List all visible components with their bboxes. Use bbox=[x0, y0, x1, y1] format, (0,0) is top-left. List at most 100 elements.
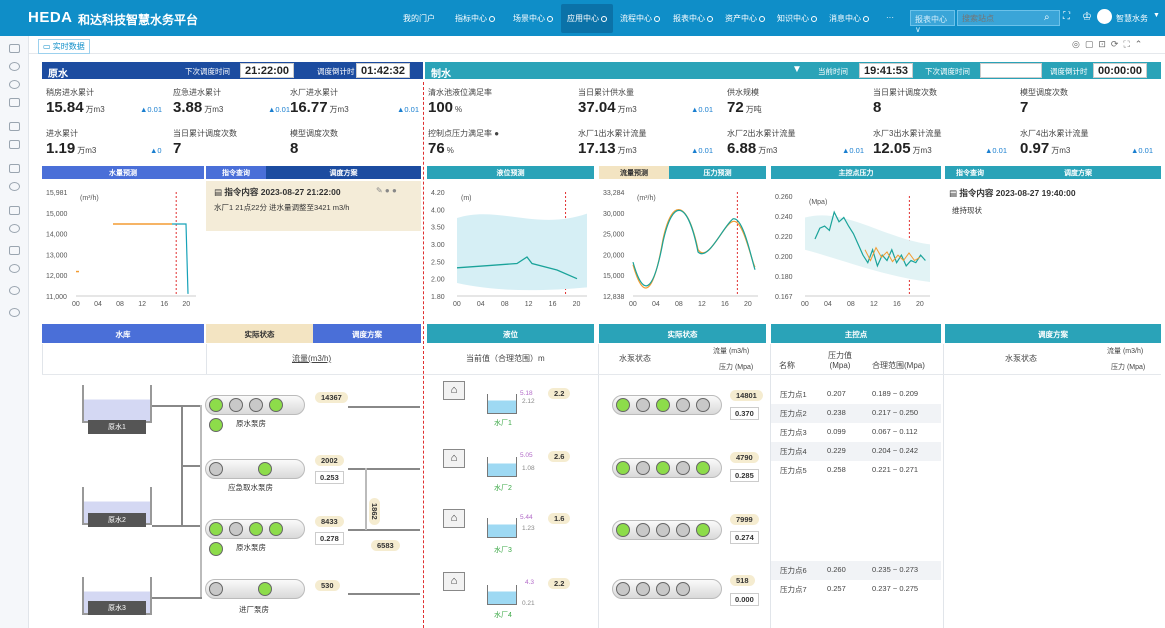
tab-pressure-forecast[interactable]: 压力预测 bbox=[669, 166, 766, 179]
tab-cmd-query-2[interactable]: 指令查询 bbox=[945, 166, 995, 179]
x-tick-label: 12 bbox=[698, 301, 706, 308]
reservoir-label: 原水1 bbox=[88, 420, 146, 434]
outlet-pressure: 0.285 bbox=[730, 469, 759, 482]
axis-unit: (m³/h) bbox=[637, 195, 656, 202]
stat-delta: ▲0.01 bbox=[1131, 146, 1154, 155]
outlet-pump[interactable] bbox=[612, 520, 722, 540]
stat-label: 水厂2出水累计流量 bbox=[727, 129, 796, 138]
cmd-box: ▤ 指令内容 2023-08-27 21:22:00 ✎ ● ● 水厂1 21点… bbox=[206, 181, 421, 231]
make-countdown-label: 调度倒计时 bbox=[1050, 67, 1088, 76]
cmd-actions-icon[interactable]: ✎ ● ● bbox=[376, 186, 397, 195]
nav-reports[interactable]: 报表中心 bbox=[673, 13, 713, 24]
divider bbox=[206, 344, 207, 374]
outlet-pressure: 0.000 bbox=[730, 593, 759, 606]
user-icon[interactable] bbox=[9, 224, 20, 233]
pump-station[interactable] bbox=[205, 459, 305, 479]
nav-metrics[interactable]: 指标中心 bbox=[455, 13, 495, 24]
level-top: 5.44 bbox=[520, 514, 533, 521]
stat-value: 72 万吨 bbox=[727, 99, 762, 116]
stat-value: 6.88 万m3 bbox=[727, 140, 778, 157]
tab-realtime[interactable]: ▭ 实时数据 bbox=[38, 39, 90, 54]
card-level-forecast[interactable]: 液位预测 bbox=[427, 166, 594, 179]
nav-portal[interactable]: 我的门户 bbox=[403, 13, 435, 24]
x-tick-label: 12 bbox=[525, 301, 533, 308]
tab-cmd-query[interactable]: 指令查询 bbox=[206, 166, 266, 179]
y-tick-label: 1.80 bbox=[431, 294, 445, 301]
pump-station[interactable] bbox=[205, 579, 305, 599]
outlet-pump[interactable] bbox=[612, 579, 722, 599]
outlet-pump[interactable] bbox=[612, 458, 722, 478]
col-flow-unit: 流量 (m3/h) bbox=[713, 348, 750, 355]
stat-label: 稍房进水累计 bbox=[46, 88, 94, 97]
tab-actual-state[interactable]: 实际状态 bbox=[206, 324, 313, 343]
pipe bbox=[152, 405, 202, 407]
y-tick-label: 14,000 bbox=[46, 232, 68, 239]
settings-icon[interactable] bbox=[9, 80, 20, 89]
outlet-pressure: 0.274 bbox=[730, 531, 759, 544]
info-icon: ● bbox=[494, 129, 500, 138]
pump-station-name: 原水泵房 bbox=[236, 543, 266, 552]
flow-pred-chart: (m³/h) 33,284 30,000 25,000 20,000 15,000 12,8… bbox=[599, 180, 766, 318]
stat-delta: ▲0.01 bbox=[691, 105, 714, 114]
nav-apps[interactable]: 应用中心 bbox=[561, 4, 613, 33]
nav-scenes[interactable]: 场景中心 bbox=[513, 13, 553, 24]
outlet-pump[interactable] bbox=[612, 395, 722, 415]
avatar[interactable] bbox=[1097, 9, 1112, 24]
monitor-icon[interactable] bbox=[9, 98, 20, 107]
copy-icon[interactable] bbox=[9, 122, 20, 131]
stat-value: 7 bbox=[1020, 99, 1029, 116]
pump-station[interactable] bbox=[205, 395, 305, 432]
y-tick-label: 0.180 bbox=[775, 274, 793, 281]
point-name: 压力点3 bbox=[780, 428, 807, 437]
plant-name: 水厂2 bbox=[494, 485, 512, 492]
tools-icon[interactable] bbox=[9, 286, 20, 295]
point-r: 0.204 ~ 0.242 bbox=[872, 446, 919, 455]
pump-station[interactable] bbox=[205, 519, 305, 556]
y-tick-label: 0.240 bbox=[775, 214, 793, 221]
plant-basin bbox=[487, 394, 517, 414]
card-key-pressure[interactable]: 主控点压力 bbox=[771, 166, 941, 179]
outlet-flow: 14801 bbox=[730, 390, 763, 401]
search-icon[interactable]: ⌕ bbox=[1044, 12, 1050, 23]
cmd2-body: 维持现状 bbox=[952, 206, 982, 215]
gear-icon[interactable] bbox=[9, 62, 20, 71]
stat-label: 水厂3出水累计流量 bbox=[873, 129, 942, 138]
plant-building-icon: ⌂ bbox=[443, 572, 465, 591]
report-icon[interactable] bbox=[9, 164, 20, 173]
col-flow: 流量(m3/h) bbox=[292, 354, 332, 363]
menu-icon[interactable] bbox=[9, 44, 20, 53]
stat-value: 3.88 万m3 bbox=[173, 99, 224, 116]
cog-icon[interactable] bbox=[9, 264, 20, 273]
divider bbox=[42, 344, 43, 374]
nav-assets[interactable]: 资产中心 bbox=[725, 13, 765, 24]
target-icon[interactable] bbox=[9, 308, 20, 317]
grid-icon[interactable] bbox=[9, 246, 20, 255]
chevron-down-icon[interactable]: ▼ bbox=[1153, 12, 1160, 19]
point-r: 0.067 ~ 0.112 bbox=[872, 427, 918, 436]
network-icon[interactable] bbox=[9, 182, 20, 191]
nav-more[interactable]: ··· bbox=[886, 13, 894, 22]
bell-icon[interactable]: ♔ bbox=[1082, 10, 1092, 23]
tab-dispatch-plan-2[interactable]: 调度方案 bbox=[995, 166, 1161, 179]
pipe bbox=[181, 465, 202, 467]
raw-title: 原水 bbox=[48, 69, 68, 80]
card-flow-forecast[interactable]: 水量预测 bbox=[42, 166, 204, 179]
doc-icon: ▤ bbox=[214, 187, 225, 197]
point-name: 压力点7 bbox=[780, 585, 807, 594]
edit-icon[interactable] bbox=[9, 140, 20, 149]
report-select[interactable]: 报表中心 ∨ bbox=[910, 10, 955, 34]
nav-knowledge[interactable]: 知识中心 bbox=[777, 13, 817, 24]
nav-flow[interactable]: 流程中心 bbox=[620, 13, 660, 24]
tab-flow-forecast[interactable]: 流量预测 bbox=[599, 166, 669, 179]
tab-dispatch-plan[interactable]: 调度方案 bbox=[266, 166, 421, 179]
tab-plan[interactable]: 调度方案 bbox=[313, 324, 421, 343]
x-tick-label: 04 bbox=[94, 301, 102, 308]
nav-messages[interactable]: 消息中心 bbox=[829, 13, 869, 24]
user-name[interactable]: 智慧水务 bbox=[1116, 13, 1148, 24]
toolbar-icons[interactable]: ◎▢⊡⟳⛶⌃ bbox=[1072, 39, 1147, 50]
sidebar bbox=[0, 36, 29, 628]
x-tick-label: 16 bbox=[549, 301, 557, 308]
scan-icon[interactable]: ⛶ bbox=[1063, 11, 1070, 22]
building-icon[interactable] bbox=[9, 206, 20, 215]
point-v: 0.229 bbox=[827, 446, 846, 455]
